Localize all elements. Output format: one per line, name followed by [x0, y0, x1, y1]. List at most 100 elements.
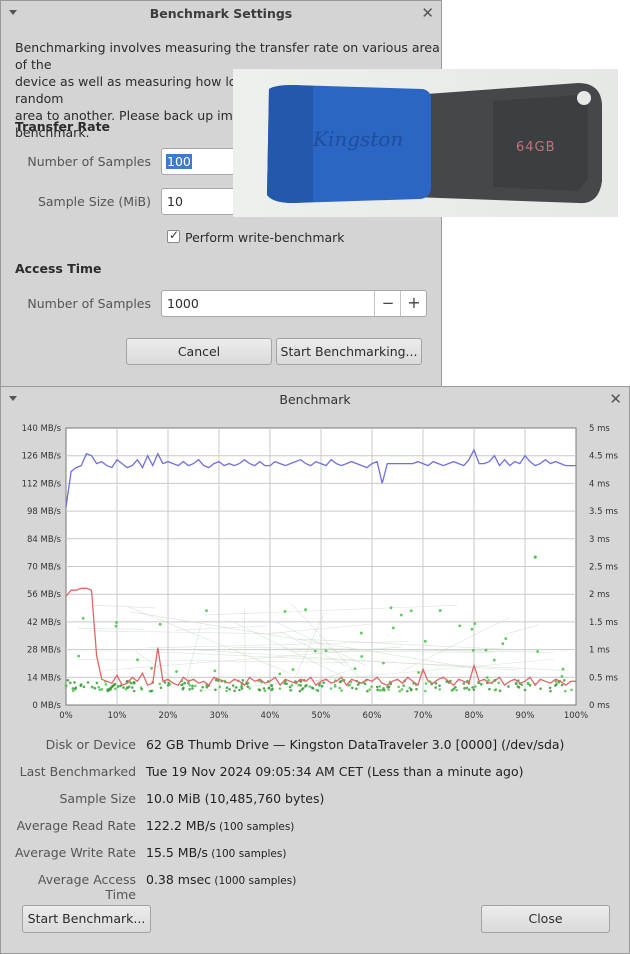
close-button[interactable]: Close — [481, 905, 610, 933]
usb-drive-photo: Kingston 64GB — [233, 69, 618, 217]
access-time-point — [86, 681, 90, 684]
access-time-point — [289, 688, 293, 692]
access-time-point — [487, 678, 490, 682]
close-icon[interactable]: ✕ — [609, 390, 622, 408]
access-time-point — [329, 687, 333, 690]
access-time-point — [463, 687, 466, 690]
result-label: Disk or Device — [45, 737, 136, 752]
access-time-point — [400, 688, 404, 691]
result-label: Average Write Rate — [15, 845, 136, 860]
access-time-point — [501, 642, 505, 646]
access-time-point — [233, 689, 236, 693]
y-right-tick-label: 1.5 ms — [589, 618, 618, 628]
result-value: Tue 19 Nov 2024 09:05:34 AM CET (Less th… — [146, 764, 524, 779]
access-time-point — [168, 682, 172, 686]
close-icon[interactable]: ✕ — [421, 4, 434, 22]
cancel-button[interactable]: Cancel — [126, 338, 272, 365]
access-time-point — [180, 683, 183, 687]
settings-titlebar[interactable]: Benchmark Settings ✕ — [1, 1, 441, 27]
access-time-point — [539, 687, 542, 690]
result-label: Last Benchmarked — [19, 764, 136, 779]
access-time-point — [136, 658, 139, 662]
y-right-tick-label: 4.5 ms — [589, 452, 618, 462]
access-time-point — [470, 627, 474, 631]
access-time-point — [64, 684, 68, 688]
access-time-point — [73, 681, 76, 684]
access-time-point — [79, 683, 83, 687]
access-time-point — [485, 676, 489, 679]
x-tick-label: 60% — [363, 711, 382, 721]
access-time-point — [305, 683, 308, 687]
access-time-point — [493, 688, 497, 692]
access-time-point — [504, 637, 508, 641]
y-right-tick-label: 1 ms — [589, 646, 610, 656]
access-time-point — [115, 621, 118, 624]
y-right-tick-label: 0 ms — [589, 701, 610, 711]
access-time-point — [225, 686, 229, 689]
access-time-point — [288, 685, 292, 689]
usb-drive-image: Kingston 64GB — [267, 83, 602, 204]
checkmark-icon: ✓ — [169, 228, 180, 242]
access-time-point — [563, 678, 566, 682]
y-left-tick-label: 84 MB/s — [27, 535, 62, 545]
result-value: 62 GB Thumb Drive — Kingston DataTravele… — [146, 737, 565, 752]
access-time-point — [523, 688, 527, 692]
write-benchmark-checkbox[interactable]: ✓ — [167, 228, 180, 243]
access-time-point — [73, 687, 77, 691]
access-time-point — [517, 686, 521, 689]
y-left-tick-label: 14 MB/s — [27, 673, 62, 683]
access-time-point — [378, 689, 382, 692]
access-time-point — [333, 684, 337, 687]
access-samples-input[interactable]: 1000 − + — [161, 290, 427, 317]
access-time-point — [188, 684, 192, 687]
y-left-tick-label: 98 MB/s — [27, 507, 62, 517]
access-time-point — [324, 649, 328, 653]
access-time-point — [263, 689, 267, 693]
transfer-rate-heading: Transfer Rate — [15, 119, 111, 134]
access-time-point — [299, 680, 303, 683]
y-left-tick-label: 140 MB/s — [22, 424, 62, 434]
increment-button[interactable]: + — [400, 291, 427, 316]
x-tick-label: 10% — [108, 711, 127, 721]
access-time-point — [122, 686, 125, 689]
access-time-point — [389, 606, 393, 610]
access-time-point — [338, 686, 342, 690]
y-left-tick-label: 42 MB/s — [27, 618, 62, 628]
access-time-point — [238, 688, 241, 692]
access-time-point — [480, 683, 483, 686]
access-time-point — [462, 682, 466, 685]
start-benchmark-button[interactable]: Start Benchmark... — [22, 905, 151, 933]
start-benchmarking-button[interactable]: Start Benchmarking... — [276, 338, 422, 365]
access-time-point — [205, 609, 208, 613]
benchmark-titlebar[interactable]: Benchmark ✕ — [1, 387, 629, 413]
access-time-point — [270, 684, 274, 687]
access-time-point — [82, 685, 86, 689]
access-time-point — [555, 683, 558, 686]
access-time-point — [158, 682, 162, 686]
access-time-point — [214, 688, 217, 692]
access-time-point — [507, 685, 510, 688]
access-time-point — [140, 687, 144, 691]
access-time-point — [561, 667, 565, 671]
x-tick-label: 20% — [159, 711, 178, 721]
access-time-point — [471, 686, 474, 689]
access-time-point — [132, 680, 136, 684]
result-label: Sample Size — [59, 791, 136, 806]
access-time-point — [533, 555, 537, 559]
access-time-point — [417, 671, 420, 674]
access-time-point — [397, 685, 400, 689]
access-time-point — [71, 689, 75, 693]
access-time-point — [438, 609, 442, 612]
access-time-point — [378, 685, 382, 688]
decrement-button[interactable]: − — [374, 291, 401, 316]
access-time-point — [471, 648, 475, 652]
access-time-point — [310, 686, 314, 690]
access-time-point — [353, 667, 357, 671]
sample-size-label: Sample Size (MiB) — [37, 194, 151, 209]
access-time-point — [548, 686, 552, 690]
access-time-point — [93, 687, 97, 690]
brand-text: Kingston — [312, 127, 403, 151]
access-time-point — [262, 687, 266, 690]
access-time-point — [398, 689, 402, 693]
write-benchmark-label[interactable]: Perform write-benchmark — [185, 230, 345, 245]
